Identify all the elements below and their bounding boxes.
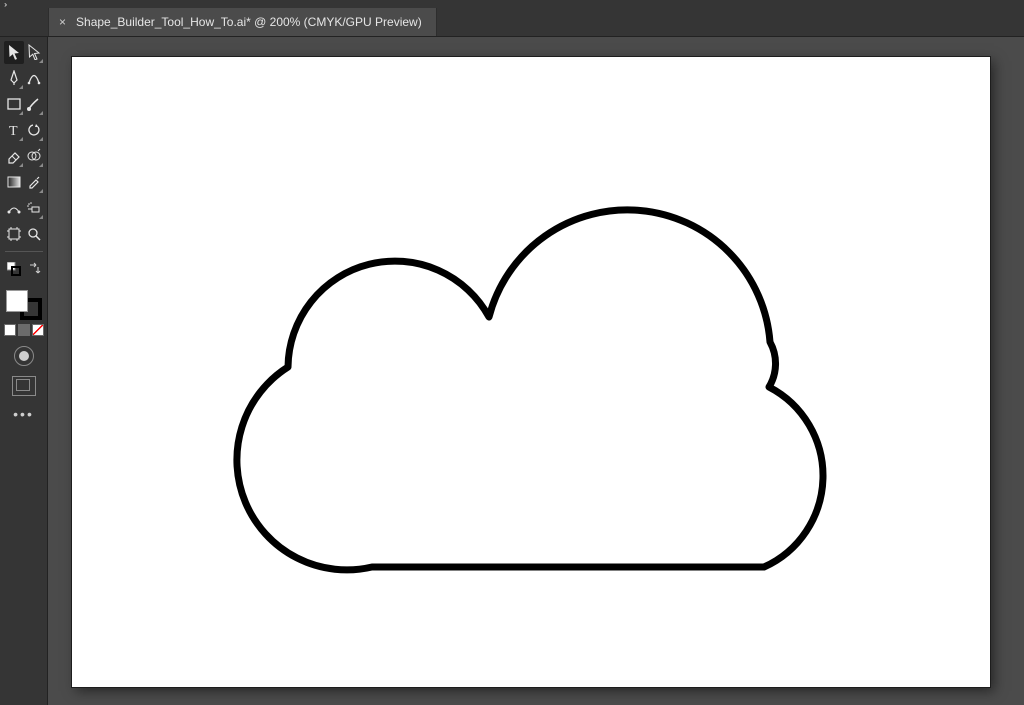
canvas-area[interactable] [48,37,1024,705]
chevron-right-icon: ›› [0,0,5,9]
color-mode-gradient[interactable] [18,324,30,336]
workspace: T [0,37,1024,705]
gradient-tool[interactable] [4,171,24,194]
fill-swatch[interactable] [6,290,28,312]
default-fill-stroke-icon[interactable] [4,258,24,281]
blend-tool[interactable] [4,197,24,220]
pen-tool[interactable] [4,67,24,90]
tool-separator [5,251,43,252]
shape-builder-tool[interactable] [24,145,44,168]
zoom-tool[interactable] [24,223,44,246]
tools-panel: T [0,37,48,705]
color-mode-none[interactable] [32,324,44,336]
artboard[interactable] [72,57,990,687]
panel-expand-handle[interactable]: ›› [0,0,1024,8]
curvature-tool[interactable] [24,67,44,90]
cloud-shape[interactable] [192,177,892,597]
close-icon[interactable]: × [59,16,66,28]
document-tab-title: Shape_Builder_Tool_How_To.ai* @ 200% (CM… [76,15,422,29]
color-mode-swatches [4,324,44,338]
symbol-sprayer-tool[interactable] [24,197,44,220]
svg-text:T: T [9,124,18,138]
screen-mode-icon[interactable] [12,376,36,396]
type-tool[interactable]: T [4,119,24,142]
eraser-tool[interactable] [4,145,24,168]
more-tools-icon[interactable]: ••• [13,406,34,422]
document-tab-bar: × Shape_Builder_Tool_How_To.ai* @ 200% (… [0,8,1024,37]
draw-mode-icon[interactable] [14,346,34,366]
rotate-tool[interactable] [24,119,44,142]
paintbrush-tool[interactable] [24,93,44,116]
direct-selection-tool[interactable] [24,41,44,64]
artboard-tool[interactable] [4,223,24,246]
selection-tool[interactable] [4,41,24,64]
document-tab[interactable]: × Shape_Builder_Tool_How_To.ai* @ 200% (… [48,8,437,36]
swap-fill-stroke-icon[interactable] [24,258,44,281]
rectangle-tool[interactable] [4,93,24,116]
fill-stroke-swatches[interactable] [4,288,44,322]
eyedropper-tool[interactable] [24,171,44,194]
color-mode-color[interactable] [4,324,16,336]
